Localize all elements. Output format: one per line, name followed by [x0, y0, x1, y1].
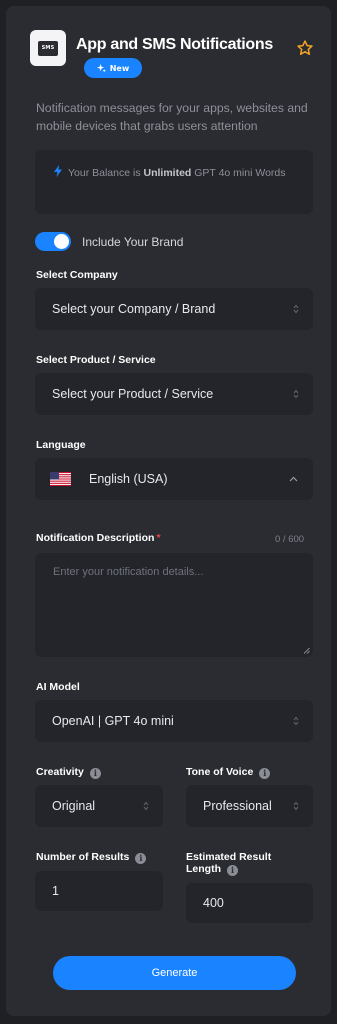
company-select[interactable]: Select your Company / Brand [35, 288, 313, 330]
character-counter: 0 / 600 [275, 534, 305, 545]
length-value: 400 [203, 896, 224, 910]
length-label-line1: Estimated Result [186, 851, 272, 863]
notification-description-label: Notification Description * [36, 532, 161, 544]
info-icon[interactable]: i [135, 853, 147, 864]
language-select[interactable]: English (USA) [35, 458, 313, 500]
ai-model-label: AI Model [36, 681, 80, 693]
generate-button[interactable]: Generate [53, 956, 296, 990]
notification-label-text: Notification Description [36, 532, 155, 544]
info-icon[interactable]: i [259, 768, 271, 779]
sms-app-icon: SMS [30, 30, 66, 66]
tone-of-voice-select[interactable]: Professional [186, 785, 313, 827]
creativity-select[interactable]: Original [35, 785, 163, 827]
tone-value: Professional [203, 799, 272, 813]
select-caret-icon [293, 801, 299, 811]
results-label-text: Number of Results [36, 851, 130, 863]
select-product-label: Select Product / Service [36, 354, 156, 366]
company-select-value: Select your Company / Brand [52, 302, 216, 316]
us-flag-icon [50, 472, 71, 486]
estimated-result-length-label: Estimated Result Length i [186, 851, 271, 876]
page-description: Notification messages for your apps, web… [36, 101, 308, 133]
ai-model-select[interactable]: OpenAI | GPT 4o mini [35, 700, 313, 742]
language-value: English (USA) [89, 472, 168, 486]
balance-prefix: Your Balance is [68, 167, 141, 179]
tone-label-text: Tone of Voice [186, 766, 254, 778]
length-label-line2: Length [186, 863, 221, 875]
select-caret-icon [293, 304, 299, 314]
product-select[interactable]: Select your Product / Service [35, 373, 313, 415]
required-mark: * [156, 532, 161, 544]
sparkle-icon [96, 63, 106, 73]
new-badge: New [84, 58, 142, 78]
estimated-length-input[interactable]: 400 [186, 883, 313, 923]
balance-amount: Unlimited [143, 167, 192, 179]
notification-placeholder: Enter your notification details... [53, 566, 204, 578]
sms-icon-label: SMS [38, 40, 58, 56]
creativity-label-text: Creativity [36, 766, 84, 778]
resize-handle-icon[interactable] [303, 647, 310, 654]
notification-description-input[interactable]: Enter your notification details... [35, 553, 313, 657]
creativity-label: Creativity i [36, 766, 101, 779]
toggle-knob [54, 234, 69, 249]
select-caret-icon [143, 801, 149, 811]
tone-of-voice-label: Tone of Voice i [186, 766, 271, 779]
notification-generator-panel: SMS App and SMS Notifications New Notifi… [6, 6, 331, 1016]
balance-box: Your Balance is Unlimited GPT 4o mini Wo… [35, 150, 313, 214]
include-brand-toggle[interactable] [35, 232, 71, 251]
select-caret-icon [293, 716, 299, 726]
balance-suffix: GPT 4o mini Words [194, 167, 286, 179]
product-select-value: Select your Product / Service [52, 387, 214, 401]
lightning-icon [54, 165, 62, 177]
info-icon[interactable]: i [227, 865, 238, 876]
ai-model-value: OpenAI | GPT 4o mini [52, 714, 174, 728]
favorite-star-icon[interactable] [296, 39, 314, 57]
language-label: Language [36, 439, 86, 451]
include-brand-label: Include Your Brand [82, 235, 184, 249]
badge-label: New [109, 63, 130, 73]
number-of-results-input[interactable]: 1 [35, 871, 163, 911]
page-title: App and SMS Notifications [76, 36, 273, 53]
results-value: 1 [52, 884, 59, 898]
select-company-label: Select Company [36, 269, 118, 281]
creativity-value: Original [52, 799, 96, 813]
select-caret-icon [293, 389, 299, 399]
chevron-up-icon [289, 476, 298, 482]
number-of-results-label: Number of Results i [36, 851, 147, 864]
info-icon[interactable]: i [89, 768, 101, 779]
